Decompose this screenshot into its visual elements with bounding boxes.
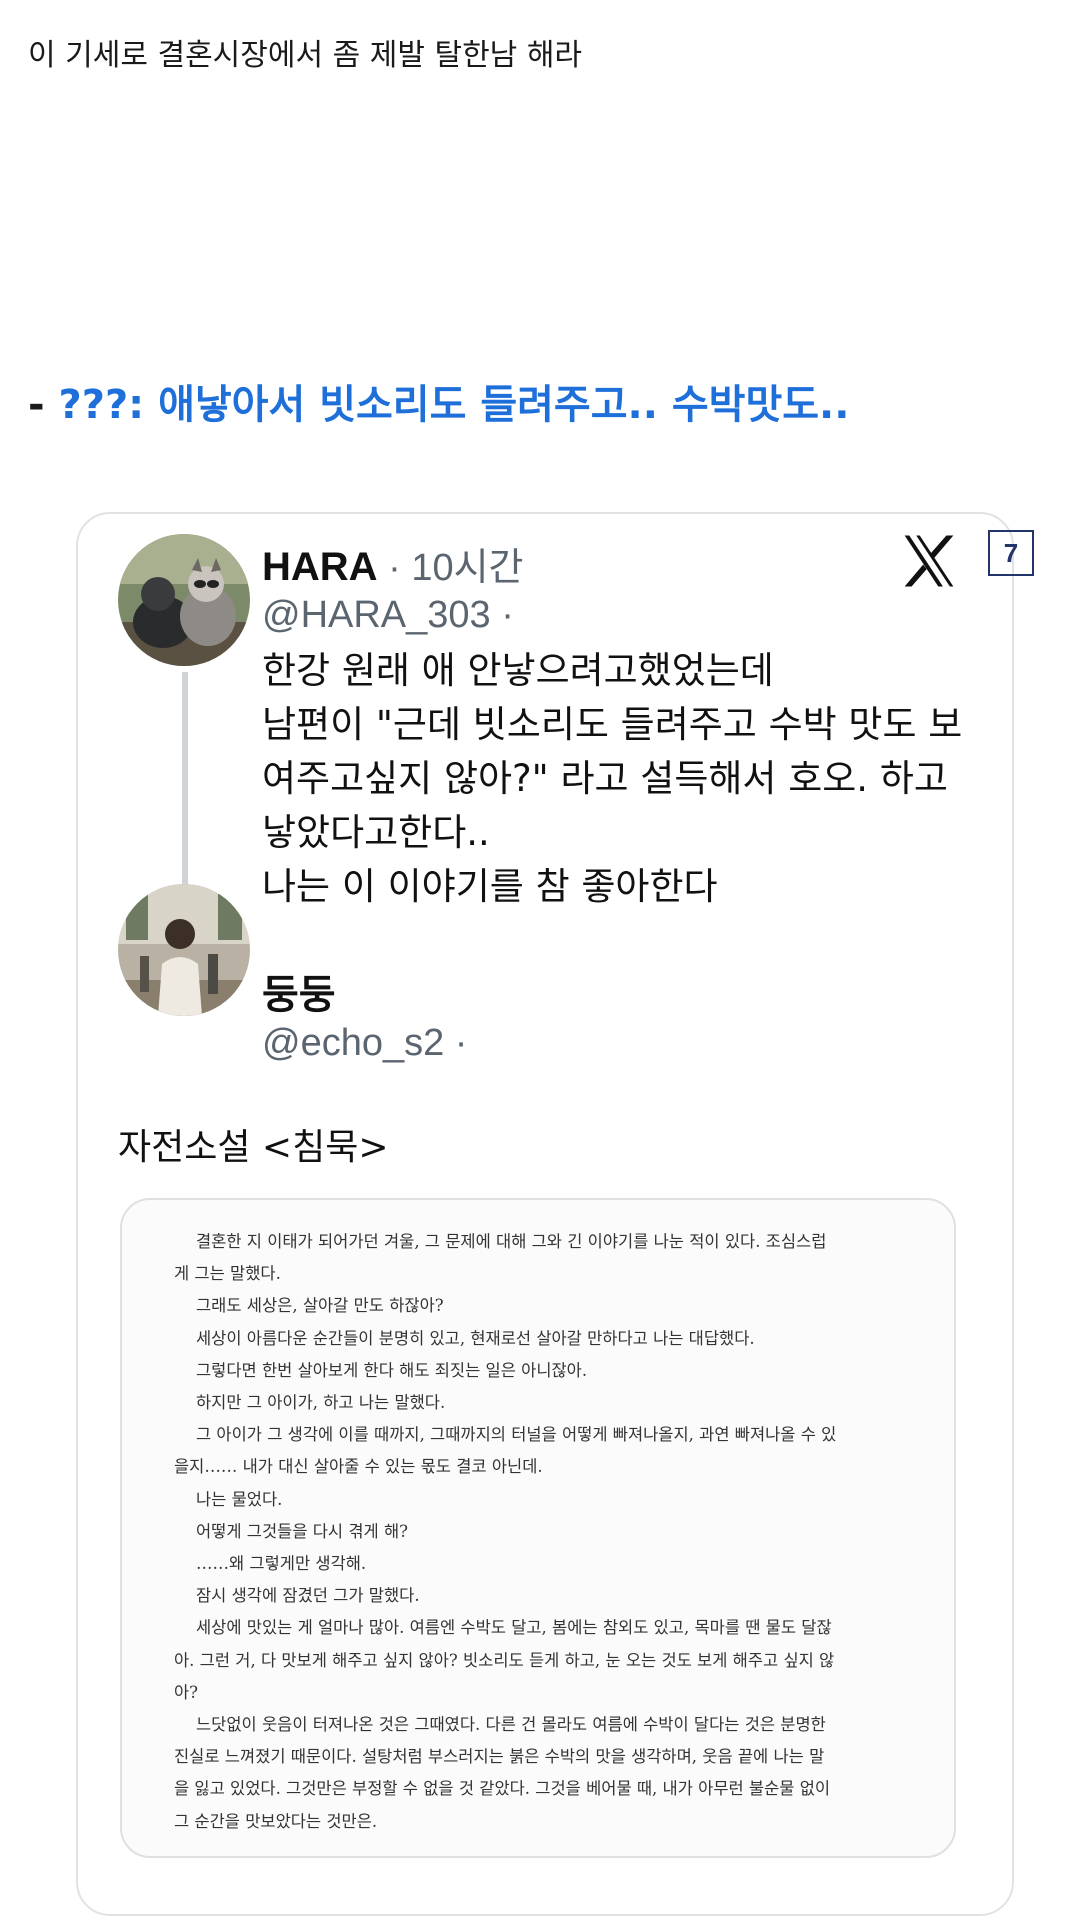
tweet-line: 남편이 "근데 빗소리도 들려주고 수박 맛도 보 <box>262 703 963 746</box>
reply-author-handle[interactable]: @echo_s2 · <box>262 1022 467 1065</box>
tweet-author-name[interactable]: HARA <box>262 545 378 589</box>
tweet-line: 낳았다고한다.. <box>262 811 490 854</box>
raccoon-avatar[interactable] <box>118 534 250 666</box>
excerpt-lines: 결혼한 지 이태가 되어가던 겨울, 그 문제에 대해 그와 긴 이야기를 나눈… <box>174 1226 896 1838</box>
tweet-body: 한강 원래 애 안낳으려고했었는데 남편이 "근데 빗소리도 들려주고 수박 맛… <box>262 644 982 914</box>
x-logo-icon[interactable] <box>900 532 958 590</box>
excerpt-line: ……왜 그렇게만 생각해. <box>196 1554 367 1574</box>
section-dash: - <box>28 382 45 428</box>
tweet-author-handle[interactable]: @HARA_303 · <box>262 594 514 637</box>
excerpt-line: 세상이 아름다운 순간들이 분명히 있고, 현재로선 살아갈 만하다고 나는 대… <box>196 1328 755 1348</box>
excerpt-line: 그 아이가 그 생각에 이를 때까지, 그때까지의 터널을 어떻게 빠져나올지,… <box>196 1425 837 1445</box>
excerpt-line: 느닷없이 웃음이 터져나온 것은 그때였다. 다른 건 몰라도 여름에 수박이 … <box>196 1715 826 1735</box>
excerpt-line: 어떻게 그것들을 다시 겪게 해? <box>196 1521 408 1541</box>
excerpt-line: 하지만 그 아이가, 하고 나는 말했다. <box>196 1393 446 1413</box>
excerpt-line: 을 잃고 있었다. 그것만은 부정할 수 없을 것 같았다. 그것을 베어물 때… <box>174 1779 831 1799</box>
excerpt-line: 세상에 맛있는 게 얼마나 많아. 여름엔 수박도 달고, 봄에는 참외도 있고… <box>196 1618 832 1638</box>
excerpt-line: 잠시 생각에 잠겼던 그가 말했다. <box>196 1586 420 1606</box>
count-badge: 7 <box>988 530 1034 576</box>
tweet-timestamp[interactable]: · 10시간 <box>378 547 523 589</box>
reply-text: 자전소설 <침묵> <box>118 1127 389 1168</box>
excerpt-line: 을지…… 내가 대신 살아줄 수 있는 몫도 결코 아닌데. <box>174 1457 543 1477</box>
excerpt-line: 그렇다면 한번 살아보게 한다 해도 죄짓는 일은 아니잖아. <box>196 1360 588 1380</box>
section-title: - ???: 애낳아서 빗소리도 들려주고.. 수박맛도.. <box>28 372 849 430</box>
excerpt-line: 그 순간을 맛보았다는 것만은. <box>174 1811 378 1831</box>
book-excerpt-image[interactable]: 결혼한 지 이태가 되어가던 겨울, 그 문제에 대해 그와 긴 이야기를 나눈… <box>120 1198 956 1858</box>
reply-author-name[interactable]: 둥둥 <box>262 962 336 1020</box>
tweet-line: 한강 원래 애 안낳으려고했었는데 <box>262 649 774 692</box>
excerpt-line: 게 그는 말했다. <box>174 1264 281 1284</box>
portrait-avatar[interactable] <box>118 884 250 1016</box>
excerpt-line: 아? <box>174 1682 199 1702</box>
post-intro-text: 이 기세로 결혼시장에서 좀 제발 탈한남 해라 <box>28 38 583 73</box>
tweet-author-row: HARA · 10시간 <box>262 536 524 591</box>
excerpt-line: 결혼한 지 이태가 되어가던 겨울, 그 문제에 대해 그와 긴 이야기를 나눈… <box>196 1232 827 1251</box>
tweet-line: 여주고싶지 않아?" 라고 설득해서 호오. 하고 <box>262 757 948 800</box>
embedded-tweet-card[interactable]: 7 HARA · 10시간 @HARA_303 · 한강 원래 애 안낳으려고했… <box>76 512 1034 1916</box>
excerpt-line: 진실로 느껴졌기 때문이다. 설탕처럼 부스러지는 붉은 수박의 맛을 생각하며… <box>174 1747 825 1767</box>
excerpt-line: 나는 물었다. <box>196 1489 283 1509</box>
excerpt-line: 그래도 세상은, 살아갈 만도 하잖아? <box>196 1296 444 1316</box>
tweet-line: 나는 이 이야기를 참 좋아한다 <box>262 865 718 908</box>
section-title-text: ???: 애낳아서 빗소리도 들려주고.. 수박맛도.. <box>58 382 850 428</box>
excerpt-line: 아. 그런 거, 다 맛보게 해주고 싶지 않아? 빗소리도 듣게 하고, 눈 … <box>174 1650 835 1670</box>
